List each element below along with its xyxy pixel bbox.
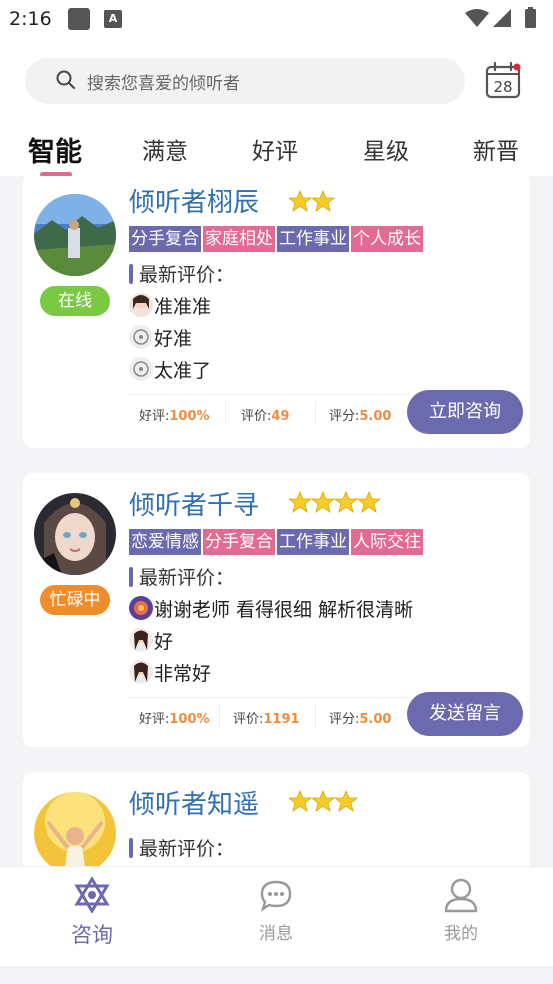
review-item: 太准了 bbox=[129, 356, 429, 384]
reviewer-avatar bbox=[129, 357, 153, 381]
tag: 工作事业 bbox=[277, 226, 349, 252]
tab-new[interactable]: 新晋 bbox=[473, 132, 519, 166]
stat-good: 好评:100% bbox=[139, 409, 210, 424]
search-icon bbox=[56, 70, 75, 89]
review-title: 最新评价： bbox=[139, 567, 235, 589]
tag-list: 分手复合 家庭相处 工作事业 个人成长 bbox=[129, 226, 423, 252]
status-time: 2:16 bbox=[9, 8, 52, 30]
tag: 人际交往 bbox=[351, 529, 423, 555]
stats-row: 好评:100% 评价:49 评分:5.00 bbox=[129, 394, 409, 430]
tab-bar: 智能 满意 好评 星级 新晋 bbox=[0, 130, 553, 177]
tag-list: 恋爱情感 分手复合 工作事业 人际交往 bbox=[129, 529, 423, 555]
star-rating bbox=[289, 790, 359, 812]
review-title: 最新评价： bbox=[139, 838, 235, 860]
review-text: 准准准 bbox=[154, 296, 212, 318]
nav-label: 咨询 bbox=[71, 923, 113, 947]
review-marker bbox=[129, 838, 133, 858]
status-badge: 忙碌中 bbox=[40, 585, 110, 615]
reviewer-avatar bbox=[129, 660, 153, 684]
reviewer-avatar bbox=[129, 325, 153, 349]
listener-card[interactable]: 在线 倾听者栩辰 分手复合 家庭相处 工作事业 个人成长 最新评价： 准准准 好… bbox=[23, 176, 530, 448]
app-notification-icon: A bbox=[104, 10, 122, 28]
star-of-david-icon bbox=[74, 877, 110, 913]
review-item: 好 bbox=[129, 627, 429, 655]
listener-name[interactable]: 倾听者千寻 bbox=[129, 485, 259, 522]
calendar-icon[interactable]: 28 bbox=[484, 61, 524, 101]
review-text: 好准 bbox=[154, 328, 193, 350]
reviewer-avatar bbox=[129, 628, 153, 652]
nav-messages[interactable]: 消息 bbox=[216, 867, 336, 967]
review-marker bbox=[129, 264, 133, 284]
bottom-nav: 咨询 消息 我的 bbox=[0, 866, 553, 966]
tab-smart[interactable]: 智能 bbox=[28, 130, 82, 169]
review-text: 太准了 bbox=[154, 360, 212, 382]
search-placeholder: 搜索您喜爱的倾听者 bbox=[87, 74, 240, 94]
reviewer-avatar bbox=[129, 596, 153, 620]
nav-label: 我的 bbox=[444, 924, 478, 944]
tag: 家庭相处 bbox=[203, 226, 275, 252]
stat-score: 评分:5.00 bbox=[329, 409, 392, 424]
user-icon bbox=[444, 878, 478, 913]
status-badge: 在线 bbox=[40, 286, 110, 316]
consult-button[interactable]: 立即咨询 bbox=[407, 390, 523, 434]
reviewer-avatar bbox=[129, 293, 153, 317]
tag: 分手复合 bbox=[203, 529, 275, 555]
calendar-day: 28 bbox=[493, 78, 512, 96]
notification-icon bbox=[68, 8, 90, 30]
review-title: 最新评价： bbox=[139, 264, 235, 286]
nav-label: 消息 bbox=[259, 924, 293, 944]
stat-good: 好评:100% bbox=[139, 712, 210, 727]
tab-satisfied[interactable]: 满意 bbox=[142, 132, 188, 166]
tag: 个人成长 bbox=[351, 226, 423, 252]
review-text: 非常好 bbox=[154, 663, 212, 685]
stat-count: 评价:1191 bbox=[233, 712, 300, 727]
tag: 恋爱情感 bbox=[129, 529, 201, 555]
star-rating bbox=[289, 491, 382, 513]
tab-stars[interactable]: 星级 bbox=[363, 132, 409, 166]
stat-count: 评价:49 bbox=[241, 409, 290, 424]
review-item: 谢谢老师 看得很细 解析很清晰 bbox=[129, 595, 509, 623]
chat-bubble-icon bbox=[260, 880, 292, 912]
stats-row: 好评:100% 评价:1191 评分:5.00 bbox=[129, 697, 409, 733]
status-bar: 2:16 A bbox=[0, 0, 553, 38]
listener-list[interactable]: 在线 倾听者栩辰 分手复合 家庭相处 工作事业 个人成长 最新评价： 准准准 好… bbox=[0, 176, 553, 866]
tag: 工作事业 bbox=[277, 529, 349, 555]
avatar[interactable] bbox=[34, 792, 116, 866]
tab-good-review[interactable]: 好评 bbox=[252, 132, 298, 166]
listener-card[interactable]: 忙碌中 倾听者千寻 恋爱情感 分手复合 工作事业 人际交往 最新评价： 谢谢老师… bbox=[23, 473, 530, 747]
review-item: 好准 bbox=[129, 324, 429, 352]
review-text: 谢谢老师 看得很细 解析很清晰 bbox=[154, 599, 414, 621]
listener-card[interactable]: 倾听者知遥 最新评价： bbox=[23, 772, 530, 866]
leave-message-button[interactable]: 发送留言 bbox=[407, 692, 523, 736]
review-text: 好 bbox=[154, 631, 174, 653]
avatar[interactable] bbox=[34, 493, 116, 575]
nav-profile[interactable]: 我的 bbox=[401, 867, 521, 967]
nav-consult[interactable]: 咨询 bbox=[32, 867, 152, 967]
listener-name[interactable]: 倾听者知遥 bbox=[129, 784, 259, 821]
stat-score: 评分:5.00 bbox=[329, 712, 392, 727]
signal-battery-icons bbox=[465, 7, 536, 28]
listener-name[interactable]: 倾听者栩辰 bbox=[129, 182, 259, 219]
review-item: 非常好 bbox=[129, 659, 429, 687]
star-rating bbox=[289, 190, 336, 212]
tag: 分手复合 bbox=[129, 226, 201, 252]
avatar[interactable] bbox=[34, 194, 116, 276]
header: 搜索您喜爱的倾听者 28 智能 满意 好评 星级 新晋 bbox=[0, 38, 553, 177]
review-item: 准准准 bbox=[129, 292, 429, 320]
search-input[interactable]: 搜索您喜爱的倾听者 bbox=[25, 58, 465, 104]
review-marker bbox=[129, 567, 133, 587]
